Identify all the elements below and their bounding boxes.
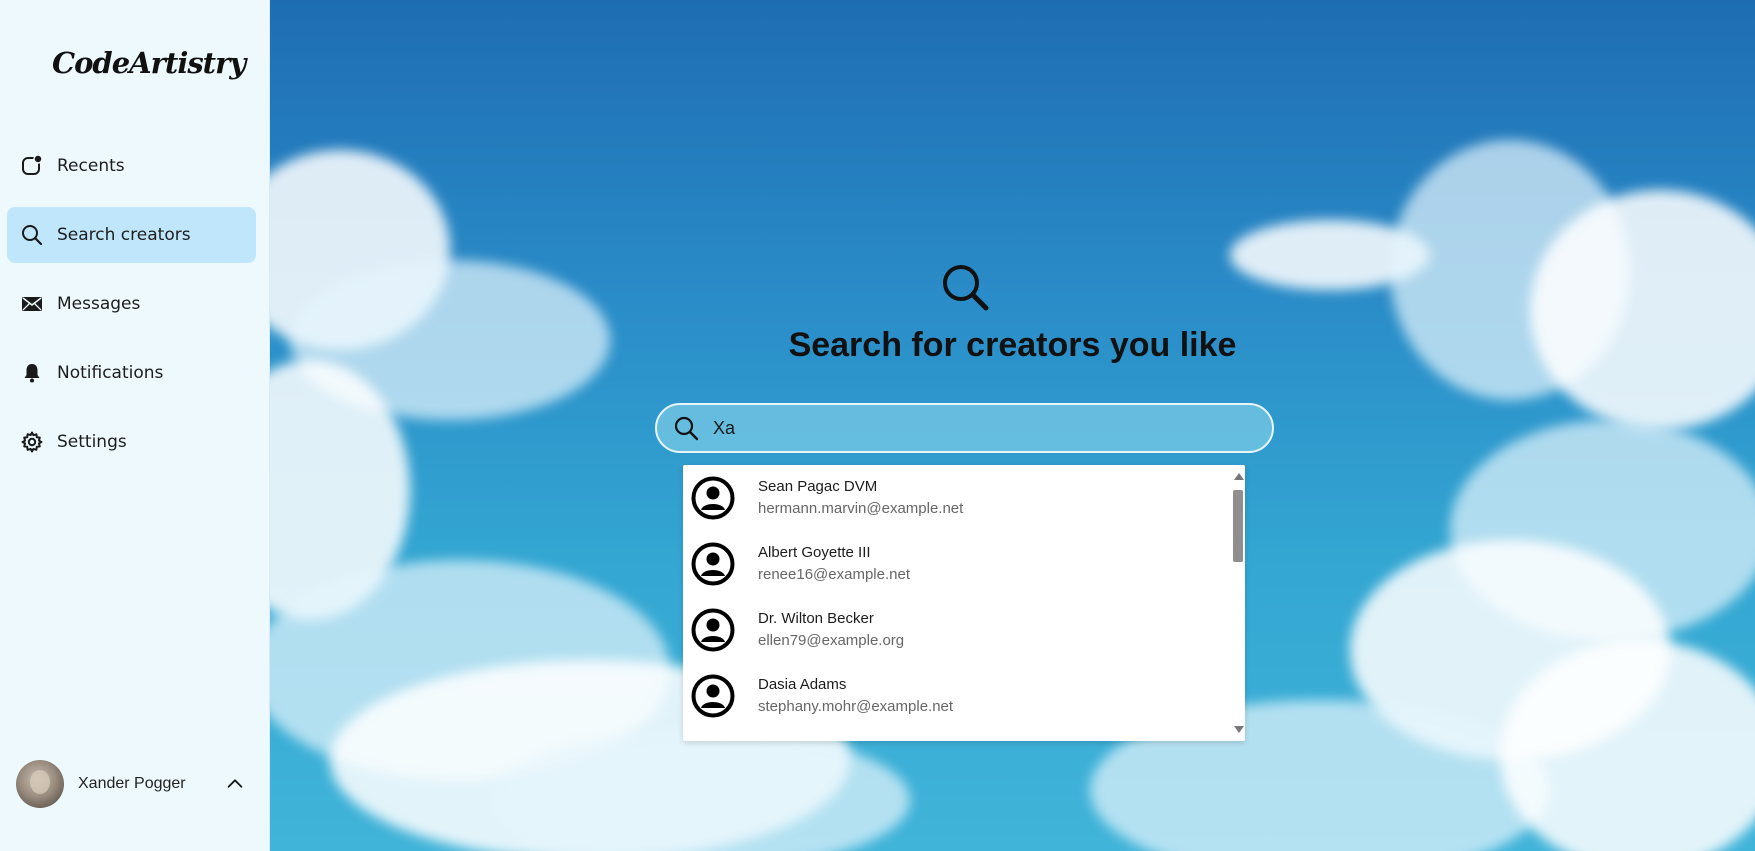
list-item[interactable]: Sean Pagac DVM hermann.marvin@example.ne… xyxy=(683,465,1245,531)
app-logo[interactable]: CodeArtistry xyxy=(52,46,246,80)
user-avatar-icon xyxy=(691,608,735,652)
sidebar-item-recents[interactable]: Recents xyxy=(7,138,256,194)
main-content: Search for creators you like Sean Pagac … xyxy=(270,0,1755,851)
user-avatar-icon xyxy=(691,476,735,520)
sidebar-item-label: Recents xyxy=(57,156,125,176)
sidebar-item-search-creators[interactable]: Search creators xyxy=(7,207,256,263)
scroll-up-arrow-icon[interactable] xyxy=(1234,473,1244,480)
sidebar-item-settings[interactable]: Settings xyxy=(7,414,256,470)
user-avatar-icon xyxy=(691,542,735,586)
scrollbar-thumb[interactable] xyxy=(1233,490,1243,562)
result-email: renee16@example.net xyxy=(758,566,910,583)
user-profile-menu[interactable]: Xander Pogger xyxy=(16,757,250,811)
sidebar-item-messages[interactable]: Messages xyxy=(7,276,256,332)
user-name: Xander Pogger xyxy=(78,775,186,792)
search-icon xyxy=(943,265,989,311)
gear-icon xyxy=(19,429,45,455)
user-avatar-icon xyxy=(691,674,735,718)
result-name: Dasia Adams xyxy=(758,676,847,693)
result-name: Albert Goyette III xyxy=(758,544,871,561)
search-icon xyxy=(19,222,45,248)
list-item[interactable]: Dr. Wilton Becker ellen79@example.org xyxy=(683,597,1245,663)
result-email: hermann.marvin@example.net xyxy=(758,500,964,517)
result-email: ellen79@example.org xyxy=(758,632,905,649)
list-item[interactable]: Dasia Adams stephany.mohr@example.net xyxy=(683,663,1245,729)
sidebar-item-notifications[interactable]: Notifications xyxy=(7,345,256,401)
page-title: Search for creators you like xyxy=(788,326,1237,364)
sidebar-item-label: Search creators xyxy=(57,225,191,245)
result-name: Dr. Wilton Becker xyxy=(758,610,874,627)
scrollbar[interactable] xyxy=(1231,465,1245,741)
search-bar[interactable] xyxy=(655,403,1274,453)
result-name: Sean Pagac DVM xyxy=(758,478,878,495)
sidebar-item-label: Settings xyxy=(57,432,127,452)
search-input[interactable] xyxy=(713,417,1213,439)
recents-icon xyxy=(19,153,45,179)
result-email: stephany.mohr@example.net xyxy=(758,698,954,715)
bell-icon xyxy=(19,360,45,386)
list-item[interactable]: Albert Goyette III renee16@example.net xyxy=(683,531,1245,597)
search-icon xyxy=(674,416,699,441)
envelope-icon xyxy=(19,291,45,317)
sidebar: CodeArtistry Recents Search creators Mes… xyxy=(0,0,270,851)
sidebar-item-label: Notifications xyxy=(57,363,164,383)
sidebar-nav: Recents Search creators Messages Notific… xyxy=(7,138,256,483)
scroll-down-arrow-icon[interactable] xyxy=(1234,726,1244,733)
chevron-up-icon[interactable] xyxy=(224,773,246,795)
search-results-dropdown: Sean Pagac DVM hermann.marvin@example.ne… xyxy=(683,465,1245,741)
avatar xyxy=(16,760,64,808)
sidebar-item-label: Messages xyxy=(57,294,141,314)
